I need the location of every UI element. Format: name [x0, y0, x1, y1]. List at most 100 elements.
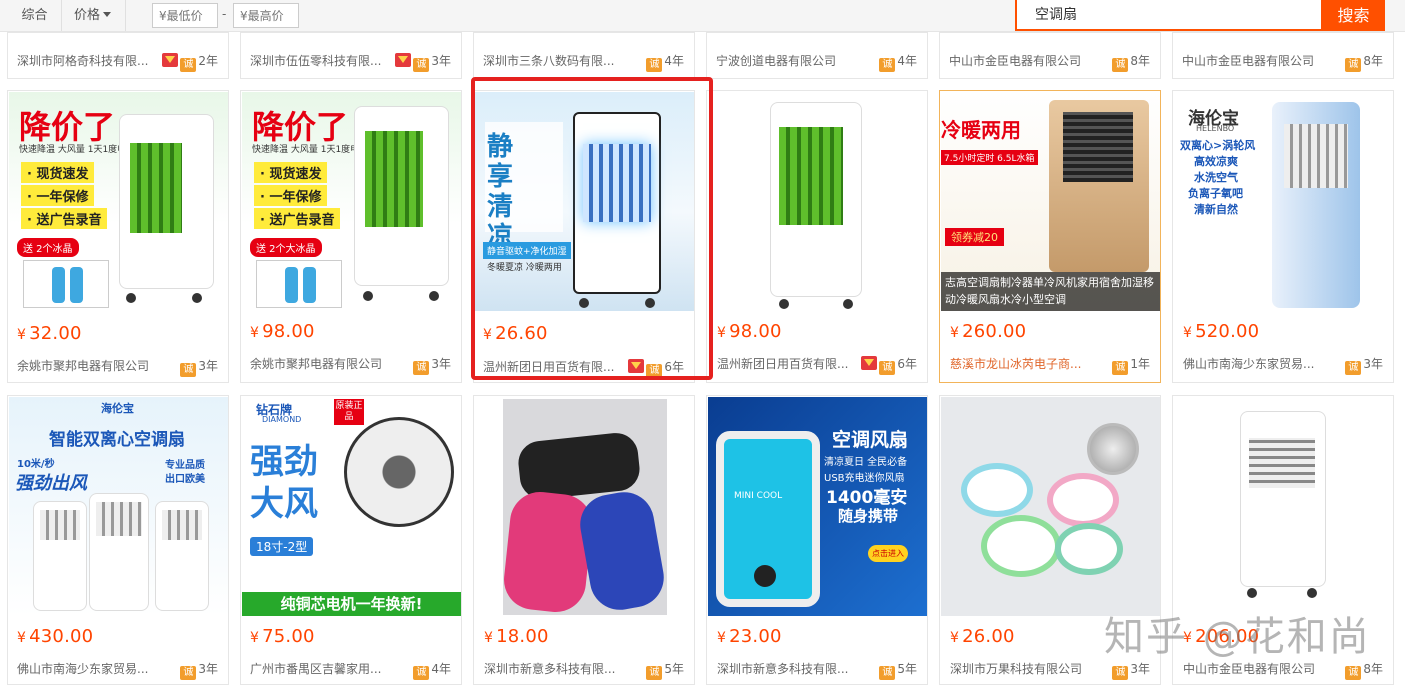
promo-line: · 送广告录音 [21, 208, 108, 229]
air-cooler-image [89, 493, 149, 611]
shop-name[interactable]: 余姚市聚邦电器有限公司 [250, 355, 400, 372]
product-card[interactable]: ¥18.00 深圳市新意多科技有限... 诚 5年 [473, 395, 695, 685]
shop-name[interactable]: 中山市金臣电器有限公司 [949, 52, 1099, 69]
shop-years: 诚 6年 [861, 355, 917, 375]
years-label: 3年 [1130, 662, 1150, 676]
product-price: ¥520.00 [1183, 321, 1260, 342]
list-item[interactable]: 宁波创道电器有限公司 诚 4年 [706, 32, 928, 79]
years-label: 4年 [664, 54, 684, 68]
product-image[interactable] [475, 397, 694, 616]
product-card[interactable]: ¥98.00 温州新团日用百货有限... 诚 6年 [706, 90, 928, 383]
years-label: 8年 [1363, 54, 1383, 68]
min-price-input[interactable] [152, 3, 218, 28]
years-label: 2年 [198, 54, 218, 68]
promo-subtitle: 7.5小时定时 6.5L水箱 [941, 150, 1038, 165]
brand-logo-en: HELENBO [1196, 124, 1235, 133]
enter-button[interactable]: 点击进入 [868, 545, 908, 562]
sort-tab-price-label: 价格 [74, 8, 101, 23]
shop-years: 诚 4年 [879, 52, 917, 72]
shop-years: 诚 3年 [180, 660, 218, 680]
product-card[interactable]: 降价了 快速降温 大风量 1天1度电 · 现货速发 · 一年保修 · 送广告录音… [240, 90, 462, 383]
shop-years: 诚 3年 [413, 355, 451, 375]
years-label: 3年 [431, 357, 451, 371]
heater-cooler-image [1049, 100, 1149, 272]
ice-pack-image [23, 260, 109, 308]
promo-title: 空调风扇 [832, 429, 909, 451]
shop-name[interactable]: 佛山市南海少东家贸易... [17, 660, 167, 677]
product-image[interactable]: 海伦宝 智能双离心空调扇 10米/秒 强劲出风 专业品质 出口欧美 [9, 397, 228, 616]
search-input[interactable]: 空调扇 [1015, 0, 1323, 31]
promo-line: · 现货速发 [21, 162, 95, 183]
promo-title: 智能双离心空调扇 [49, 430, 185, 450]
shop-name[interactable]: 温州新团日用百货有限... [717, 355, 867, 372]
shop-name[interactable]: 佛山市南海少东家贸易... [1183, 355, 1333, 372]
promo-subtitle: 快速降温 大风量 1天1度电 [252, 145, 360, 155]
sort-tab-default[interactable]: 综合 [8, 0, 62, 31]
shop-name[interactable]: 深圳市伍伍零科技有限... [250, 52, 400, 69]
cheng-badge-icon: 诚 [646, 666, 663, 680]
shop-name[interactable]: 深圳市新意多科技有限... [717, 660, 867, 677]
promo-line: · 现货速发 [254, 162, 328, 183]
promo-line: · 送广告录音 [254, 208, 341, 229]
product-image[interactable]: 冷暖两用 7.5小时定时 6.5L水箱 领券减20 志高空调扇制冷器单冷风机家用… [941, 92, 1160, 311]
shop-years: 诚 8年 [1112, 52, 1150, 72]
product-card[interactable]: 降价了 快速降温 大风量 1天1度电 · 现货速发 · 一年保修 · 送广告录音… [7, 90, 229, 383]
cheng-badge-icon: 诚 [646, 58, 663, 72]
portable-label: 随身携带 [838, 507, 899, 525]
product-image[interactable]: 降价了 快速降温 大风量 1天1度电 · 现货速发 · 一年保修 · 送广告录音… [242, 92, 461, 311]
mini-fan-pink-image [501, 489, 595, 615]
shop-name[interactable]: 深圳市阿格奇科技有限... [17, 52, 167, 69]
shop-years: 诚 1年 [1112, 355, 1150, 375]
list-item[interactable]: 深圳市伍伍零科技有限... 诚 3年 [240, 32, 462, 79]
years-label: 1年 [1130, 357, 1150, 371]
wall-fan-image [344, 417, 454, 527]
max-price-input[interactable] [233, 3, 299, 28]
device-button-icon [754, 565, 776, 587]
list-item[interactable]: 中山市金臣电器有限公司 诚 8年 [939, 32, 1161, 79]
list-item[interactable]: 中山市金臣电器有限公司 诚 8年 [1172, 32, 1394, 79]
list-item[interactable]: 深圳市阿格奇科技有限... 诚 2年 [7, 32, 229, 79]
product-card[interactable]: 钻石牌 DIAMOND 原装正品 强劲大风 18寸-2型 纯铜芯电机一年换新! … [240, 395, 462, 685]
product-card[interactable]: 海伦宝 HELENBO 双离心>涡轮风 高效凉爽 水洗空气 负离子氧吧 清新自然… [1172, 90, 1394, 383]
shop-name[interactable]: 深圳市新意多科技有限... [484, 660, 634, 677]
shop-name[interactable]: 中山市金臣电器有限公司 [1183, 660, 1333, 677]
list-item[interactable]: 深圳市三条八数码有限... 诚 4年 [473, 32, 695, 79]
product-image[interactable] [941, 397, 1160, 616]
promo-line: · 一年保修 [21, 185, 95, 206]
cheng-badge-icon: 诚 [879, 58, 896, 72]
product-image[interactable]: MINI COOL 空调风扇 清凉夏日 全民必备 USB充电迷你风扇 1400毫… [708, 397, 927, 616]
years-label: 3年 [198, 662, 218, 676]
shop-years: 诚 4年 [646, 52, 684, 72]
wind-speed: 10米/秒 [17, 459, 55, 470]
years-label: 5年 [664, 662, 684, 676]
shop-name[interactable]: 中山市金臣电器有限公司 [1182, 52, 1332, 69]
product-image[interactable] [708, 92, 927, 311]
size-label: 18寸-2型 [250, 537, 314, 556]
shop-name[interactable]: 慈溪市龙山冰芮电子商... [950, 355, 1100, 372]
search-button[interactable]: 搜索 [1322, 0, 1385, 31]
promo-line: 清凉夏日 全民必备 [824, 457, 908, 468]
shop-name[interactable]: 深圳市万果科技有限公司 [950, 660, 1100, 677]
product-card[interactable]: 冷暖两用 7.5小时定时 6.5L水箱 领券减20 志高空调扇制冷器单冷风机家用… [939, 90, 1161, 383]
device-label: MINI COOL [734, 491, 783, 501]
product-card[interactable]: MINI COOL 空调风扇 清凉夏日 全民必备 USB充电迷你风扇 1400毫… [706, 395, 928, 685]
coupon-badge: 领券减20 [945, 228, 1004, 246]
product-price: ¥75.00 [250, 626, 315, 647]
product-image[interactable] [1174, 397, 1393, 616]
product-image[interactable]: 降价了 快速降温 大风量 1天1度电 · 现货速发 · 一年保修 · 送广告录音… [9, 92, 228, 311]
shop-years: 诚 3年 [1112, 660, 1150, 680]
genuine-stamp: 原装正品 [334, 399, 364, 425]
product-image[interactable]: 钻石牌 DIAMOND 原装正品 强劲大风 18寸-2型 纯铜芯电机一年换新! [242, 397, 461, 616]
shop-name[interactable]: 广州市番禺区吉馨家用... [250, 660, 400, 677]
sort-tab-price[interactable]: 价格 [62, 0, 126, 31]
shop-years: 诚 5年 [879, 660, 917, 680]
shop-name[interactable]: 余姚市聚邦电器有限公司 [17, 357, 167, 374]
product-price: ¥98.00 [717, 321, 782, 342]
product-image[interactable]: 海伦宝 HELENBO 双离心>涡轮风 高效凉爽 水洗空气 负离子氧吧 清新自然 [1174, 92, 1393, 311]
product-price: ¥26.00 [950, 626, 1015, 647]
promo-title: 强劲大风 [250, 442, 318, 524]
product-card[interactable]: 海伦宝 智能双离心空调扇 10米/秒 强劲出风 专业品质 出口欧美 ¥430.00… [7, 395, 229, 685]
shop-name[interactable]: 宁波创道电器有限公司 [716, 52, 866, 69]
cheng-badge-icon: 诚 [180, 363, 197, 377]
shop-name[interactable]: 深圳市三条八数码有限... [483, 52, 633, 69]
